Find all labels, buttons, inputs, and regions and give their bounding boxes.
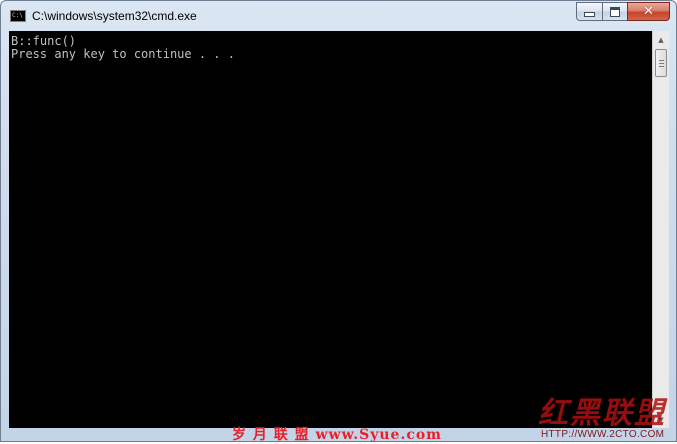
window-title: C:\windows\system32\cmd.exe (32, 9, 197, 23)
watermark-syue: 岁 月 联 盟 www.Syue.com (232, 427, 442, 443)
console-line: B::func() (11, 34, 77, 48)
minimize-icon (584, 12, 595, 17)
caption-buttons: ✕ (576, 2, 670, 21)
maximize-button[interactable] (602, 2, 627, 21)
title-bar[interactable]: C:\ C:\windows\system32\cmd.exe ✕ (1, 1, 676, 31)
grip-line (659, 66, 664, 67)
cmd-icon[interactable]: C:\ (10, 10, 26, 22)
vertical-scrollbar[interactable]: ▲ ▼ (652, 31, 669, 428)
scroll-thumb[interactable] (655, 49, 667, 77)
watermark-logo: 红黑联盟 (538, 396, 666, 431)
watermark-url: HTTP://WWW.2CTO.COM (541, 429, 665, 440)
console-line: Press any key to continue . . . (11, 47, 235, 61)
close-icon: ✕ (643, 4, 654, 19)
grip-line (659, 63, 664, 64)
cmd-window: C:\ C:\windows\system32\cmd.exe ✕ B::fun… (0, 0, 677, 442)
close-button[interactable]: ✕ (627, 2, 670, 21)
console-output[interactable]: B::func() Press any key to continue . . … (9, 31, 652, 428)
scroll-up-icon[interactable]: ▲ (653, 31, 669, 48)
grip-line (659, 60, 664, 61)
maximize-icon (610, 6, 620, 17)
minimize-button[interactable] (576, 2, 602, 21)
